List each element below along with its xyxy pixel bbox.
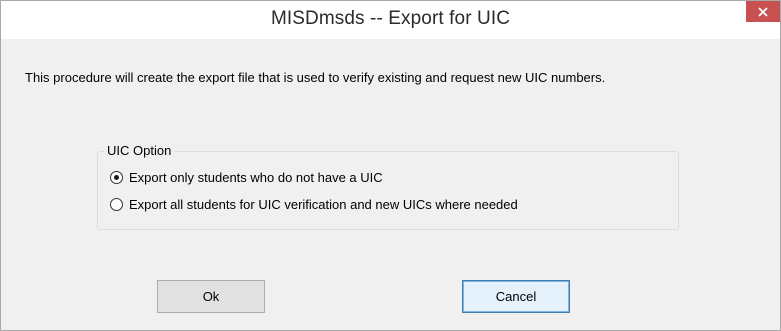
cancel-button[interactable]: Cancel [462, 280, 570, 313]
radio-export-only-without-uic[interactable]: Export only students who do not have a U… [110, 170, 383, 185]
dialog-content: This procedure will create the export fi… [1, 39, 780, 330]
radio-label[interactable]: Export all students for UIC verification… [129, 197, 518, 212]
title-bar[interactable]: MISDmsds -- Export for UIC [1, 1, 780, 39]
uic-option-legend: UIC Option [104, 143, 175, 158]
window-title: MISDmsds -- Export for UIC [270, 8, 511, 29]
radio-export-all-students[interactable]: Export all students for UIC verification… [110, 197, 518, 212]
close-button[interactable] [746, 1, 780, 22]
radio-label[interactable]: Export only students who do not have a U… [129, 170, 383, 185]
description-text: This procedure will create the export fi… [25, 70, 606, 85]
uic-option-group: UIC Option Export only students who do n… [97, 143, 679, 230]
close-icon [758, 6, 768, 17]
radio-button-checked[interactable] [110, 171, 123, 184]
ok-button[interactable]: Ok [157, 280, 265, 313]
radio-button-unchecked[interactable] [110, 198, 123, 211]
export-dialog: MISDmsds -- Export for UIC This procedur… [0, 0, 781, 331]
